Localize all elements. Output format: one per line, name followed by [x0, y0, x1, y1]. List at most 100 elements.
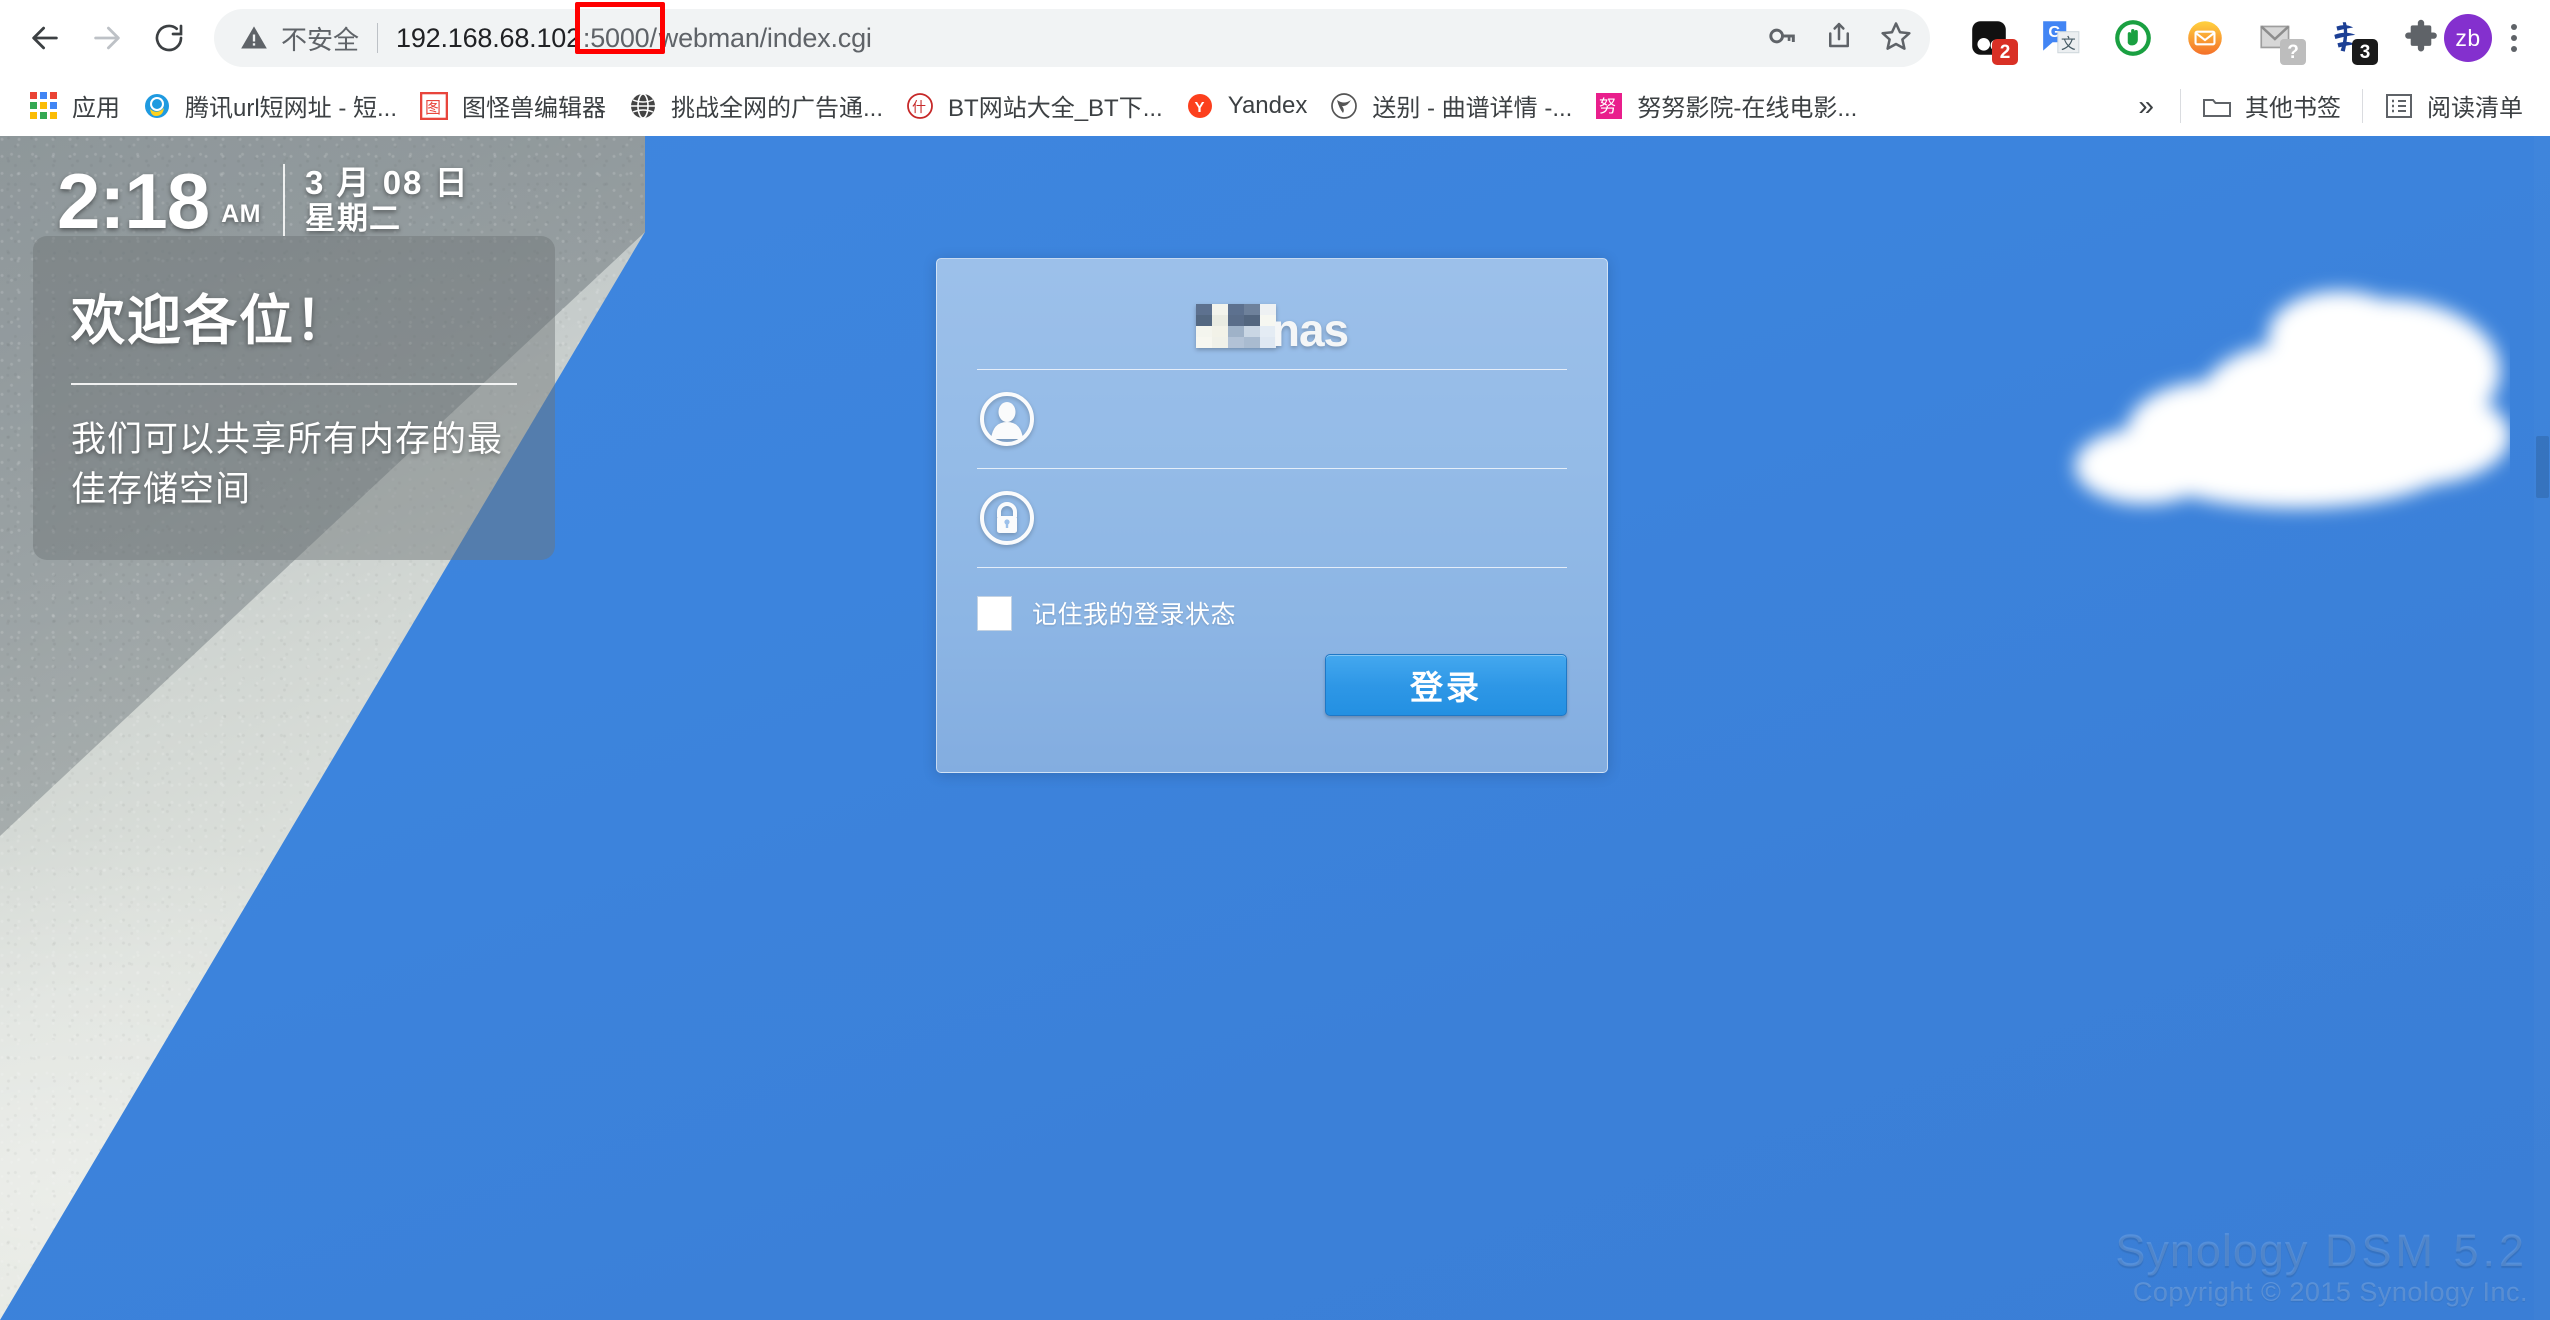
bookmark-label: 挑战全网的广告通... — [671, 95, 884, 122]
login-button[interactable]: 登录 — [1325, 654, 1567, 716]
bookmark-label: 应用 — [72, 95, 120, 122]
welcome-panel: 欢迎各位！ 我们可以共享所有内存的最佳存储空间 — [33, 236, 555, 561]
clock-weekday: 星期二 — [305, 201, 402, 237]
browser-chrome: 不安全 192.168.68.102:5000/webman/index.cgi — [0, 0, 2550, 136]
svg-text:Y: Y — [1194, 99, 1204, 116]
remember-me-checkbox[interactable] — [977, 595, 1012, 631]
username-row[interactable] — [937, 370, 1607, 468]
url-port: :5000/ — [582, 22, 657, 53]
product-brand-line: Synology DSM 5.2 — [2115, 1227, 2528, 1274]
omnibox-actions — [1766, 9, 1912, 67]
remember-me-label: 记住我的登录状态 — [1032, 601, 1237, 629]
browser-toolbar: 不安全 192.168.68.102:5000/webman/index.cgi — [0, 0, 2550, 76]
extension-badge-count: 3 — [2352, 39, 2378, 65]
clock-widget: 2:18 AM 3 月 08 日 星期二 — [57, 157, 470, 246]
reading-list-icon — [2384, 91, 2414, 121]
bookmark-item[interactable]: 图 图怪兽编辑器 — [408, 82, 617, 129]
security-label: 不安全 — [281, 24, 360, 55]
url-text: 192.168.68.102:5000/webman/index.cgi — [396, 1, 872, 54]
google-translate-extension-icon[interactable]: G 文 — [2038, 15, 2084, 61]
username-input[interactable] — [1037, 389, 1567, 449]
other-bookmarks-button[interactable]: 其他书签 — [2191, 82, 2352, 129]
clock-date-block: 3 月 08 日 星期二 — [305, 164, 470, 237]
extension-toolbar: 2 G 文 ? 3 — [1940, 15, 2444, 65]
reading-list-button[interactable]: 阅读清单 — [2373, 82, 2534, 129]
reading-list-label: 阅读清单 — [2427, 95, 2523, 122]
adblock-extension-icon[interactable]: 2 — [1966, 15, 2018, 65]
bt-favicon: 什 — [905, 91, 935, 121]
bookmark-item[interactable]: Y Yandex — [1174, 85, 1319, 127]
bookmark-apps[interactable]: 应用 — [18, 82, 131, 129]
logo-text: nas — [1271, 304, 1349, 357]
welcome-title: 欢迎各位！ — [71, 291, 351, 351]
warning-triangle-icon — [240, 24, 268, 52]
welcome-description: 我们可以共享所有内存的最佳存储空间 — [71, 420, 504, 509]
music-favicon — [1329, 91, 1359, 121]
yandex-favicon: Y — [1185, 91, 1215, 121]
svg-text:努: 努 — [1599, 97, 1616, 117]
page-viewport: 2:18 AM 3 月 08 日 星期二 欢迎各位！ 我们可以共享所有内存的最佳… — [0, 136, 2550, 1320]
bookmark-item[interactable]: 挑战全网的广告通... — [617, 82, 894, 129]
extensions-puzzle-icon[interactable] — [2398, 15, 2444, 61]
stop-hand-extension-icon[interactable] — [2110, 15, 2156, 61]
bookmark-item[interactable]: 努 努努影院-在线电影... — [1583, 82, 1868, 129]
bookmark-item[interactable]: 什 BT网站大全_BT下... — [894, 82, 1174, 129]
bookmarks-overflow-button[interactable]: » — [2122, 90, 2170, 122]
url-port-highlight: :5000/ — [574, 1, 665, 54]
chrome-menu-button[interactable] — [2492, 12, 2536, 64]
profile-avatar[interactable]: zb — [2444, 14, 2492, 62]
svg-text:文: 文 — [2061, 36, 2076, 53]
bookmark-label: 努努影院-在线电影... — [1637, 95, 1858, 122]
user-avatar-icon — [977, 389, 1037, 449]
password-row[interactable] — [937, 469, 1607, 567]
bookmark-label: 送别 - 曲谱详情 -... — [1372, 95, 1573, 122]
welcome-divider — [71, 383, 517, 385]
clock-ampm: AM — [221, 200, 262, 228]
remember-me-row[interactable]: 记住我的登录状态 — [937, 568, 1607, 631]
bookmark-label: 图怪兽编辑器 — [462, 95, 607, 122]
brand-logo: nas — [937, 259, 1607, 369]
share-icon[interactable] — [1824, 21, 1854, 56]
page-scrollbar[interactable] — [2534, 136, 2550, 1320]
forward-button[interactable] — [76, 7, 138, 69]
gmail-checker-extension-icon[interactable]: ? — [2254, 15, 2306, 65]
calligraphy-extension-icon[interactable]: 3 — [2326, 15, 2378, 65]
reload-button[interactable] — [138, 7, 200, 69]
nunu-favicon: 努 — [1594, 91, 1624, 121]
bookmark-item[interactable]: 腾讯url短网址 - 短... — [131, 82, 408, 129]
login-card: nas 记住我的登录状态 登录 — [936, 258, 1608, 773]
url-path: webman/index.cgi — [658, 22, 872, 53]
password-key-icon[interactable] — [1766, 20, 1798, 57]
mail-extension-icon[interactable] — [2182, 15, 2228, 61]
tuguaishou-favicon: 图 — [419, 91, 449, 121]
bookmark-label: Yandex — [1227, 91, 1308, 119]
address-bar[interactable]: 不安全 192.168.68.102:5000/webman/index.cgi — [214, 1, 1930, 67]
bookmarks-divider — [2180, 88, 2181, 123]
extension-badge-count: 2 — [1992, 39, 2018, 65]
brand-name: Synology — [2115, 1224, 2309, 1276]
bookmark-label: 腾讯url短网址 - 短... — [185, 95, 398, 122]
login-button-row: 登录 — [937, 631, 1607, 716]
product-version: DSM 5.2 — [2308, 1224, 2528, 1276]
password-input[interactable] — [1037, 488, 1567, 548]
folder-icon — [2202, 91, 2232, 121]
bookmarks-bar: 应用 腾讯url短网址 - 短... 图 图怪兽编辑器 挑战全网的广告通... … — [0, 76, 2550, 136]
copyright-text: Copyright © 2015 Synology Inc. — [2132, 1277, 2528, 1307]
clock-time: 2:18 — [57, 157, 210, 246]
lock-icon — [977, 488, 1037, 548]
svg-text:图: 图 — [425, 98, 441, 117]
logo-mosaic-censored — [1195, 304, 1276, 348]
footer-branding: Synology DSM 5.2 Copyright © 2015 Synolo… — [2115, 1227, 2528, 1308]
clock-date: 3 月 08 日 — [305, 164, 470, 202]
bookmarks-divider — [2362, 88, 2363, 123]
scrollbar-thumb[interactable] — [2536, 436, 2549, 498]
back-button[interactable] — [14, 7, 76, 69]
bookmark-star-icon[interactable] — [1880, 20, 1912, 57]
other-bookmarks-label: 其他书签 — [2245, 95, 2341, 122]
svg-text:什: 什 — [912, 100, 926, 116]
qq-favicon — [142, 91, 172, 121]
globe-favicon — [628, 91, 658, 121]
bookmark-item[interactable]: 送别 - 曲谱详情 -... — [1318, 82, 1583, 129]
extension-badge-status: ? — [2280, 39, 2306, 65]
omnibox-divider — [377, 23, 379, 53]
